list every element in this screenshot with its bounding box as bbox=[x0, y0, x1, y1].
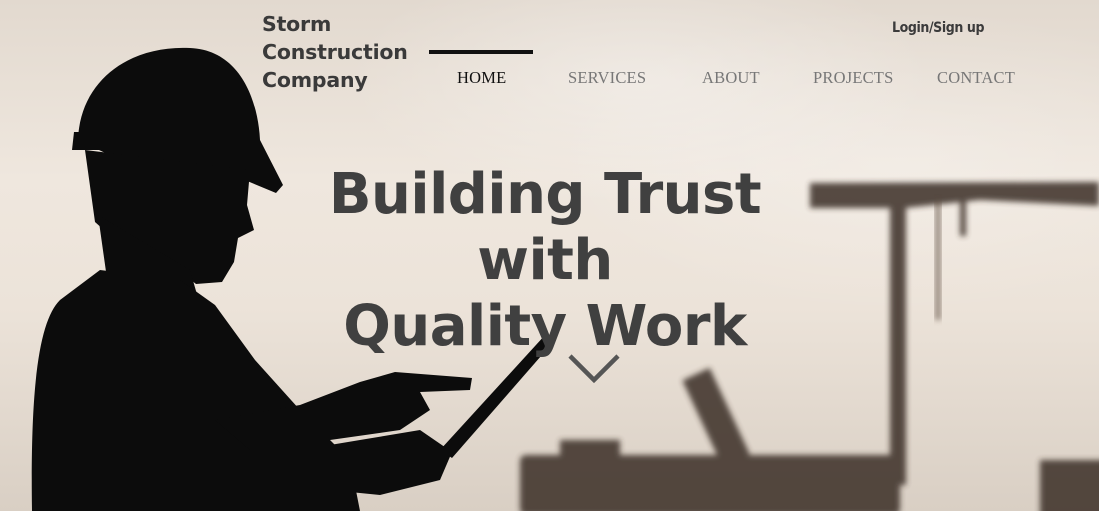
nav-active-indicator bbox=[429, 50, 533, 54]
headline-line-2: Quality Work bbox=[343, 294, 747, 359]
logo-line-2: Construction bbox=[262, 40, 408, 64]
chevron-down-icon bbox=[568, 354, 620, 384]
nav-item-contact[interactable]: CONTACT bbox=[937, 68, 1015, 88]
scroll-down-button[interactable] bbox=[566, 350, 622, 386]
nav-item-home[interactable]: HOME bbox=[457, 68, 506, 88]
headline-line-1: Building Trust with bbox=[328, 162, 762, 293]
main-navigation: HOME SERVICES ABOUT PROJECTS CONTACT bbox=[430, 68, 1050, 92]
nav-item-services[interactable]: SERVICES bbox=[568, 68, 646, 88]
nav-item-about[interactable]: ABOUT bbox=[702, 68, 760, 88]
login-signup-link[interactable]: Login/Sign up bbox=[892, 20, 985, 36]
hero-headline: Building Trust with Quality Work bbox=[260, 162, 830, 360]
logo-line-1: Storm bbox=[262, 12, 332, 36]
logo-line-3: Company bbox=[262, 68, 368, 92]
company-logo[interactable]: Storm Construction Company bbox=[262, 10, 408, 94]
nav-item-projects[interactable]: PROJECTS bbox=[813, 68, 893, 88]
